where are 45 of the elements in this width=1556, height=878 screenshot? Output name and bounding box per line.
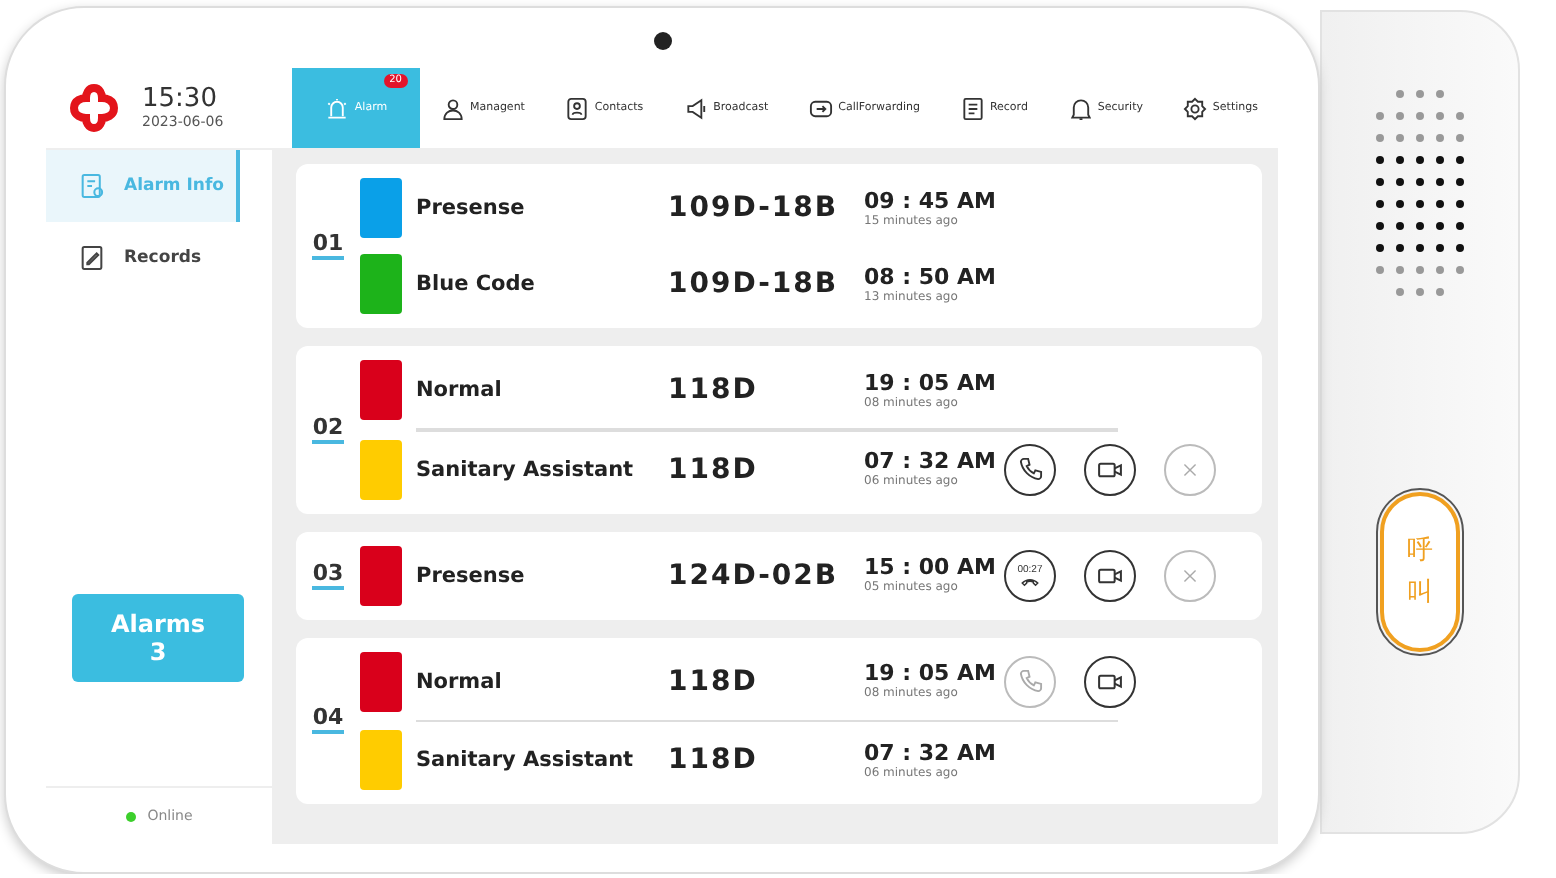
group-number: 04 <box>312 706 344 735</box>
pencil-note-icon <box>78 244 106 272</box>
alarm-light-icon <box>324 95 351 121</box>
camera-lens <box>654 32 672 50</box>
phone-icon <box>1017 668 1043 694</box>
bell-icon <box>1067 95 1094 121</box>
alarm-type: Sanitary Assistant <box>414 457 636 481</box>
document-icon <box>959 95 986 121</box>
video-call-button[interactable] <box>1084 549 1136 601</box>
alarm-type: Blue Code <box>414 272 537 296</box>
alarm-time: 19 : 05 AM <box>864 662 998 686</box>
logo-icon <box>70 84 118 132</box>
alarm-type: Presense <box>414 196 527 220</box>
alarm-time: 15 : 00 AM <box>864 556 998 580</box>
room-number: 118D <box>668 453 760 485</box>
alarm-type: Presense <box>414 563 527 587</box>
alarm-type: Normal <box>414 378 504 402</box>
room-number: 118D <box>668 665 760 697</box>
group-number: 01 <box>312 232 344 260</box>
group-number: 03 <box>312 561 344 589</box>
room-number: 109D-18B <box>668 192 841 224</box>
alarm-time: 08 : 50 AM <box>864 265 998 289</box>
alarm-time: 09 : 45 AM <box>864 189 998 213</box>
video-call-button[interactable] <box>1084 655 1136 707</box>
video-call-button[interactable] <box>1084 443 1136 495</box>
contact-card-icon <box>564 95 591 121</box>
clock-time: 15:30 <box>142 86 219 114</box>
room-number: 109D-18B <box>668 268 841 300</box>
gear-icon <box>1182 95 1209 121</box>
room-number: 118D <box>668 374 760 406</box>
close-icon <box>1180 565 1200 585</box>
room-number: 124D-02B <box>668 559 841 591</box>
alarm-time: 07 : 32 AM <box>864 741 998 765</box>
alarm-time: 07 : 32 AM <box>864 450 998 474</box>
phone-icon <box>1017 456 1043 482</box>
alarm-type: Sanitary Assistant <box>414 748 636 772</box>
group-number: 02 <box>312 415 344 444</box>
room-number: 118D <box>668 744 760 776</box>
alarm-type: Normal <box>414 669 504 693</box>
hang-up-icon <box>1020 575 1040 587</box>
megaphone-icon <box>683 95 710 121</box>
alarm-time: 19 : 05 AM <box>864 371 998 395</box>
close-icon <box>1180 459 1200 479</box>
person-icon <box>439 95 466 121</box>
call-button[interactable] <box>1004 443 1056 495</box>
